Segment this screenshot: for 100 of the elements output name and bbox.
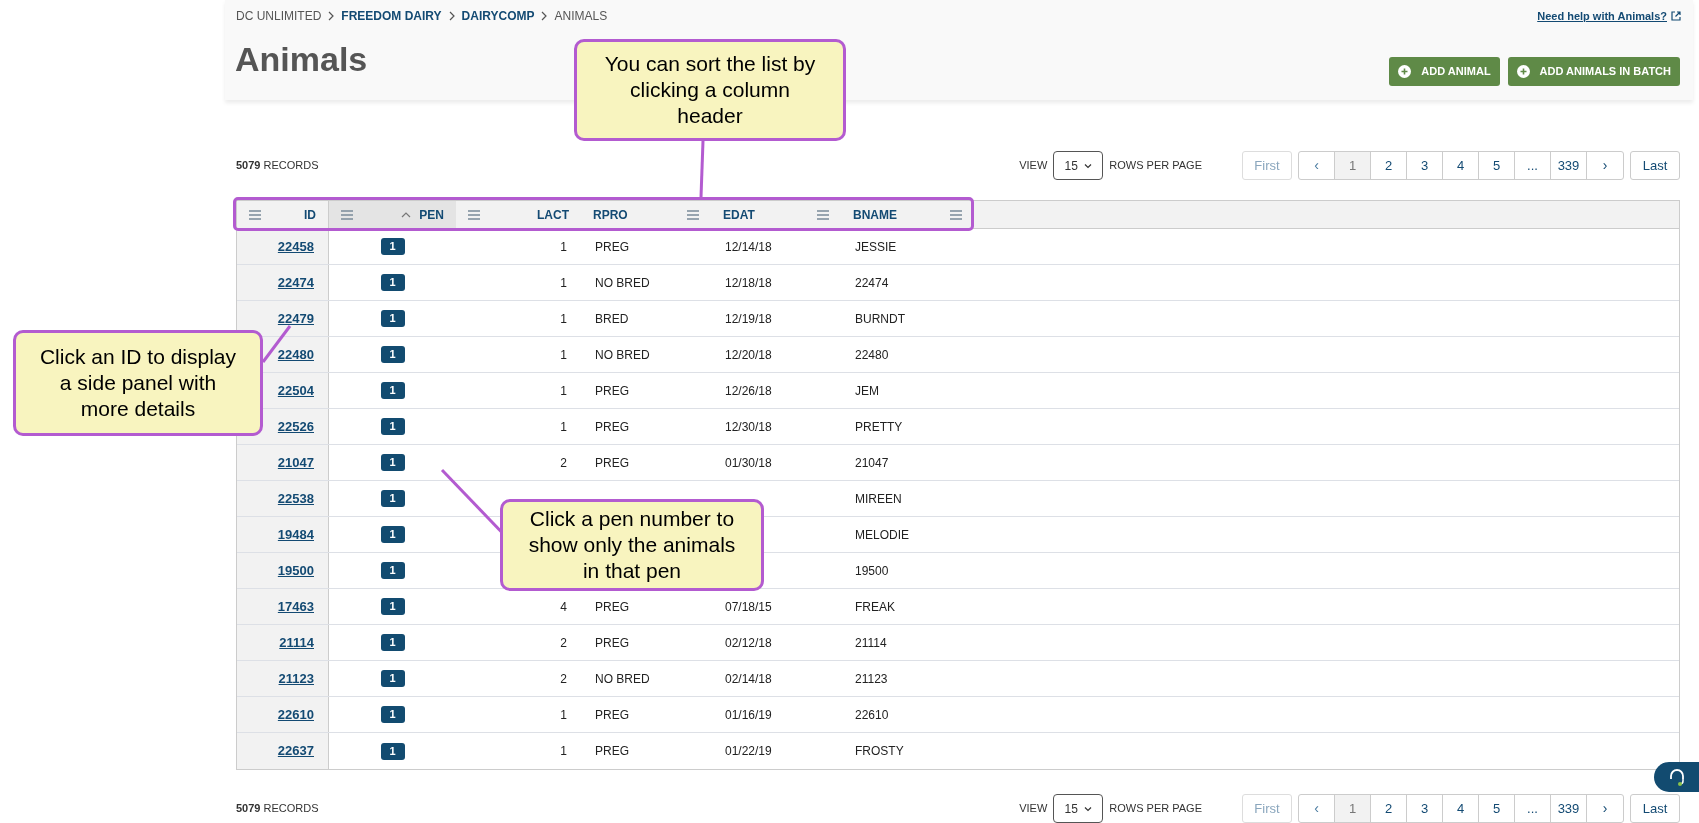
table-cell-text: JEM: [855, 382, 879, 400]
callout: Click a pen number to show only the animals in that pen: [500, 499, 764, 591]
table-cell-text: 01/22/19: [725, 743, 772, 760]
table-cell-text: 22480: [855, 346, 889, 364]
column-header[interactable]: PEN: [329, 201, 456, 228]
table-cell-text: PREG: [595, 382, 629, 400]
chevron-right-icon: [540, 11, 549, 21]
table-cell-text: 19500: [855, 562, 889, 580]
table-cell-text: FROSTY: [855, 743, 904, 760]
pen-badge[interactable]: 1: [380, 490, 405, 507]
callout: Click an ID to display a side panel with more details: [13, 330, 263, 436]
table-cell-text: 12/30/18: [725, 418, 772, 436]
add-button[interactable]: ADD ANIMAL: [1389, 57, 1500, 86]
table-cell-text: 22474: [855, 274, 889, 292]
records-count: 5079 RECORDS: [236, 801, 319, 817]
last-page-button[interactable]: Last: [1630, 151, 1680, 180]
pen-badge[interactable]: 1: [380, 562, 405, 579]
table-cell-text: 1: [560, 346, 567, 364]
breadcrumb-item: DC UNLIMITED: [236, 8, 322, 25]
table-cell-text: 2: [560, 670, 567, 688]
rows-select[interactable]: 15: [1053, 151, 1104, 180]
pen-badge[interactable]: 1: [380, 742, 405, 760]
table-cell-text: 2: [560, 454, 567, 472]
help-link[interactable]: Need help with Animals?: [1537, 8, 1667, 25]
external-link-icon: [1671, 11, 1681, 22]
chevron-right-icon: [327, 11, 336, 21]
table-cell-text: NO BRED: [595, 274, 650, 292]
plus-circle-icon: [1516, 65, 1530, 78]
table-cell-text: PRETTY: [855, 418, 903, 436]
menu-icon: [468, 209, 480, 220]
rows-per-page-label: ROWS PER PAGE: [1109, 801, 1202, 817]
table-cell-text: MELODIE: [855, 526, 909, 544]
pen-badge[interactable]: 1: [380, 454, 405, 471]
table-cell-text: NO BRED: [595, 346, 650, 364]
table-cell-text: PREG: [595, 454, 629, 472]
table-cell-text: 1: [560, 706, 567, 724]
table-cell-text: 12/14/18: [725, 238, 772, 256]
last-page-button[interactable]: Last: [1630, 794, 1680, 823]
table-cell-text: 07/18/15: [725, 598, 772, 616]
table-cell-text: 21047: [855, 454, 889, 472]
records-count: 5079 RECORDS: [236, 158, 319, 174]
table-cell-text: 12/19/18: [725, 310, 772, 328]
chevron-down-icon: [1083, 805, 1092, 812]
table-cell-text: PREG: [595, 238, 629, 256]
pen-badge[interactable]: 1: [380, 274, 405, 291]
table-cell-text: 12/18/18: [725, 274, 772, 292]
page-title: Animals: [235, 42, 368, 76]
table-cell-text: 1: [560, 310, 567, 328]
page-button[interactable]: 1: [1335, 795, 1371, 822]
table-cell-text: 1: [560, 743, 567, 760]
table-cell-text: JESSIE: [855, 238, 897, 256]
menu-icon: [817, 209, 829, 220]
column-header[interactable]: LACT: [456, 201, 581, 228]
table-cell-text: PREG: [595, 598, 629, 616]
table-cell-text: PREG: [595, 634, 629, 652]
next-page-button[interactable]: ›: [1587, 795, 1623, 822]
pen-badge[interactable]: 1: [380, 310, 405, 327]
page-button[interactable]: 1: [1335, 152, 1371, 179]
table-cell-text: 12/20/18: [725, 346, 772, 364]
table-cell-text: 22610: [855, 706, 889, 724]
chevron-right-icon: [447, 11, 456, 21]
pen-badge[interactable]: 1: [380, 670, 405, 687]
next-page-button[interactable]: ›: [1587, 152, 1623, 179]
breadcrumb-link[interactable]: DAIRYCOMP: [461, 7, 535, 25]
menu-icon: [341, 209, 353, 220]
pen-badge[interactable]: 1: [380, 382, 405, 399]
table-cell-text: 21114: [855, 634, 887, 652]
table-cell-text: NO BRED: [595, 670, 650, 688]
column-header[interactable]: RPRO: [581, 201, 711, 228]
table-cell-text: 21123: [855, 670, 888, 688]
leader-line: [699, 140, 705, 198]
view-label: VIEW: [1019, 158, 1048, 174]
table-cell-text: 02/14/18: [725, 670, 772, 688]
headset-icon: [1667, 768, 1686, 786]
pen-badge[interactable]: 1: [380, 706, 405, 723]
breadcrumb-link[interactable]: FREEDOM DAIRY: [341, 7, 442, 25]
rows-per-page-label: ROWS PER PAGE: [1109, 158, 1202, 174]
table-cell-text: 02/12/18: [725, 634, 772, 652]
rows-select[interactable]: 15: [1053, 794, 1104, 823]
support-button[interactable]: [1654, 762, 1699, 792]
pen-badge[interactable]: 1: [380, 238, 405, 255]
pen-badge[interactable]: 1: [380, 598, 405, 615]
column-header[interactable]: EDAT: [711, 201, 841, 228]
table-cell-text: BURNDT: [855, 310, 905, 328]
callout: You can sort the list by clicking a column header: [574, 39, 846, 141]
pen-badge[interactable]: 1: [380, 526, 405, 543]
table-cell-text: 2: [560, 634, 567, 652]
table-cell-text: BRED: [595, 310, 629, 328]
table-cell-text: 01/16/19: [725, 706, 772, 724]
pen-badge[interactable]: 1: [380, 418, 405, 435]
pen-badge[interactable]: 1: [380, 346, 405, 363]
pen-badge[interactable]: 1: [380, 634, 405, 651]
plus-circle-icon: [1398, 65, 1412, 78]
table-cell-text: 1: [560, 274, 567, 292]
table-cell-text: PREG: [595, 706, 629, 724]
column-header[interactable]: BNAME: [841, 201, 974, 228]
table-cell-text: 4: [560, 598, 567, 616]
table-cell-text: PREG: [595, 418, 629, 436]
add-button[interactable]: ADD ANIMALS IN BATCH: [1507, 57, 1680, 86]
table-cell-text: 1: [560, 418, 567, 436]
